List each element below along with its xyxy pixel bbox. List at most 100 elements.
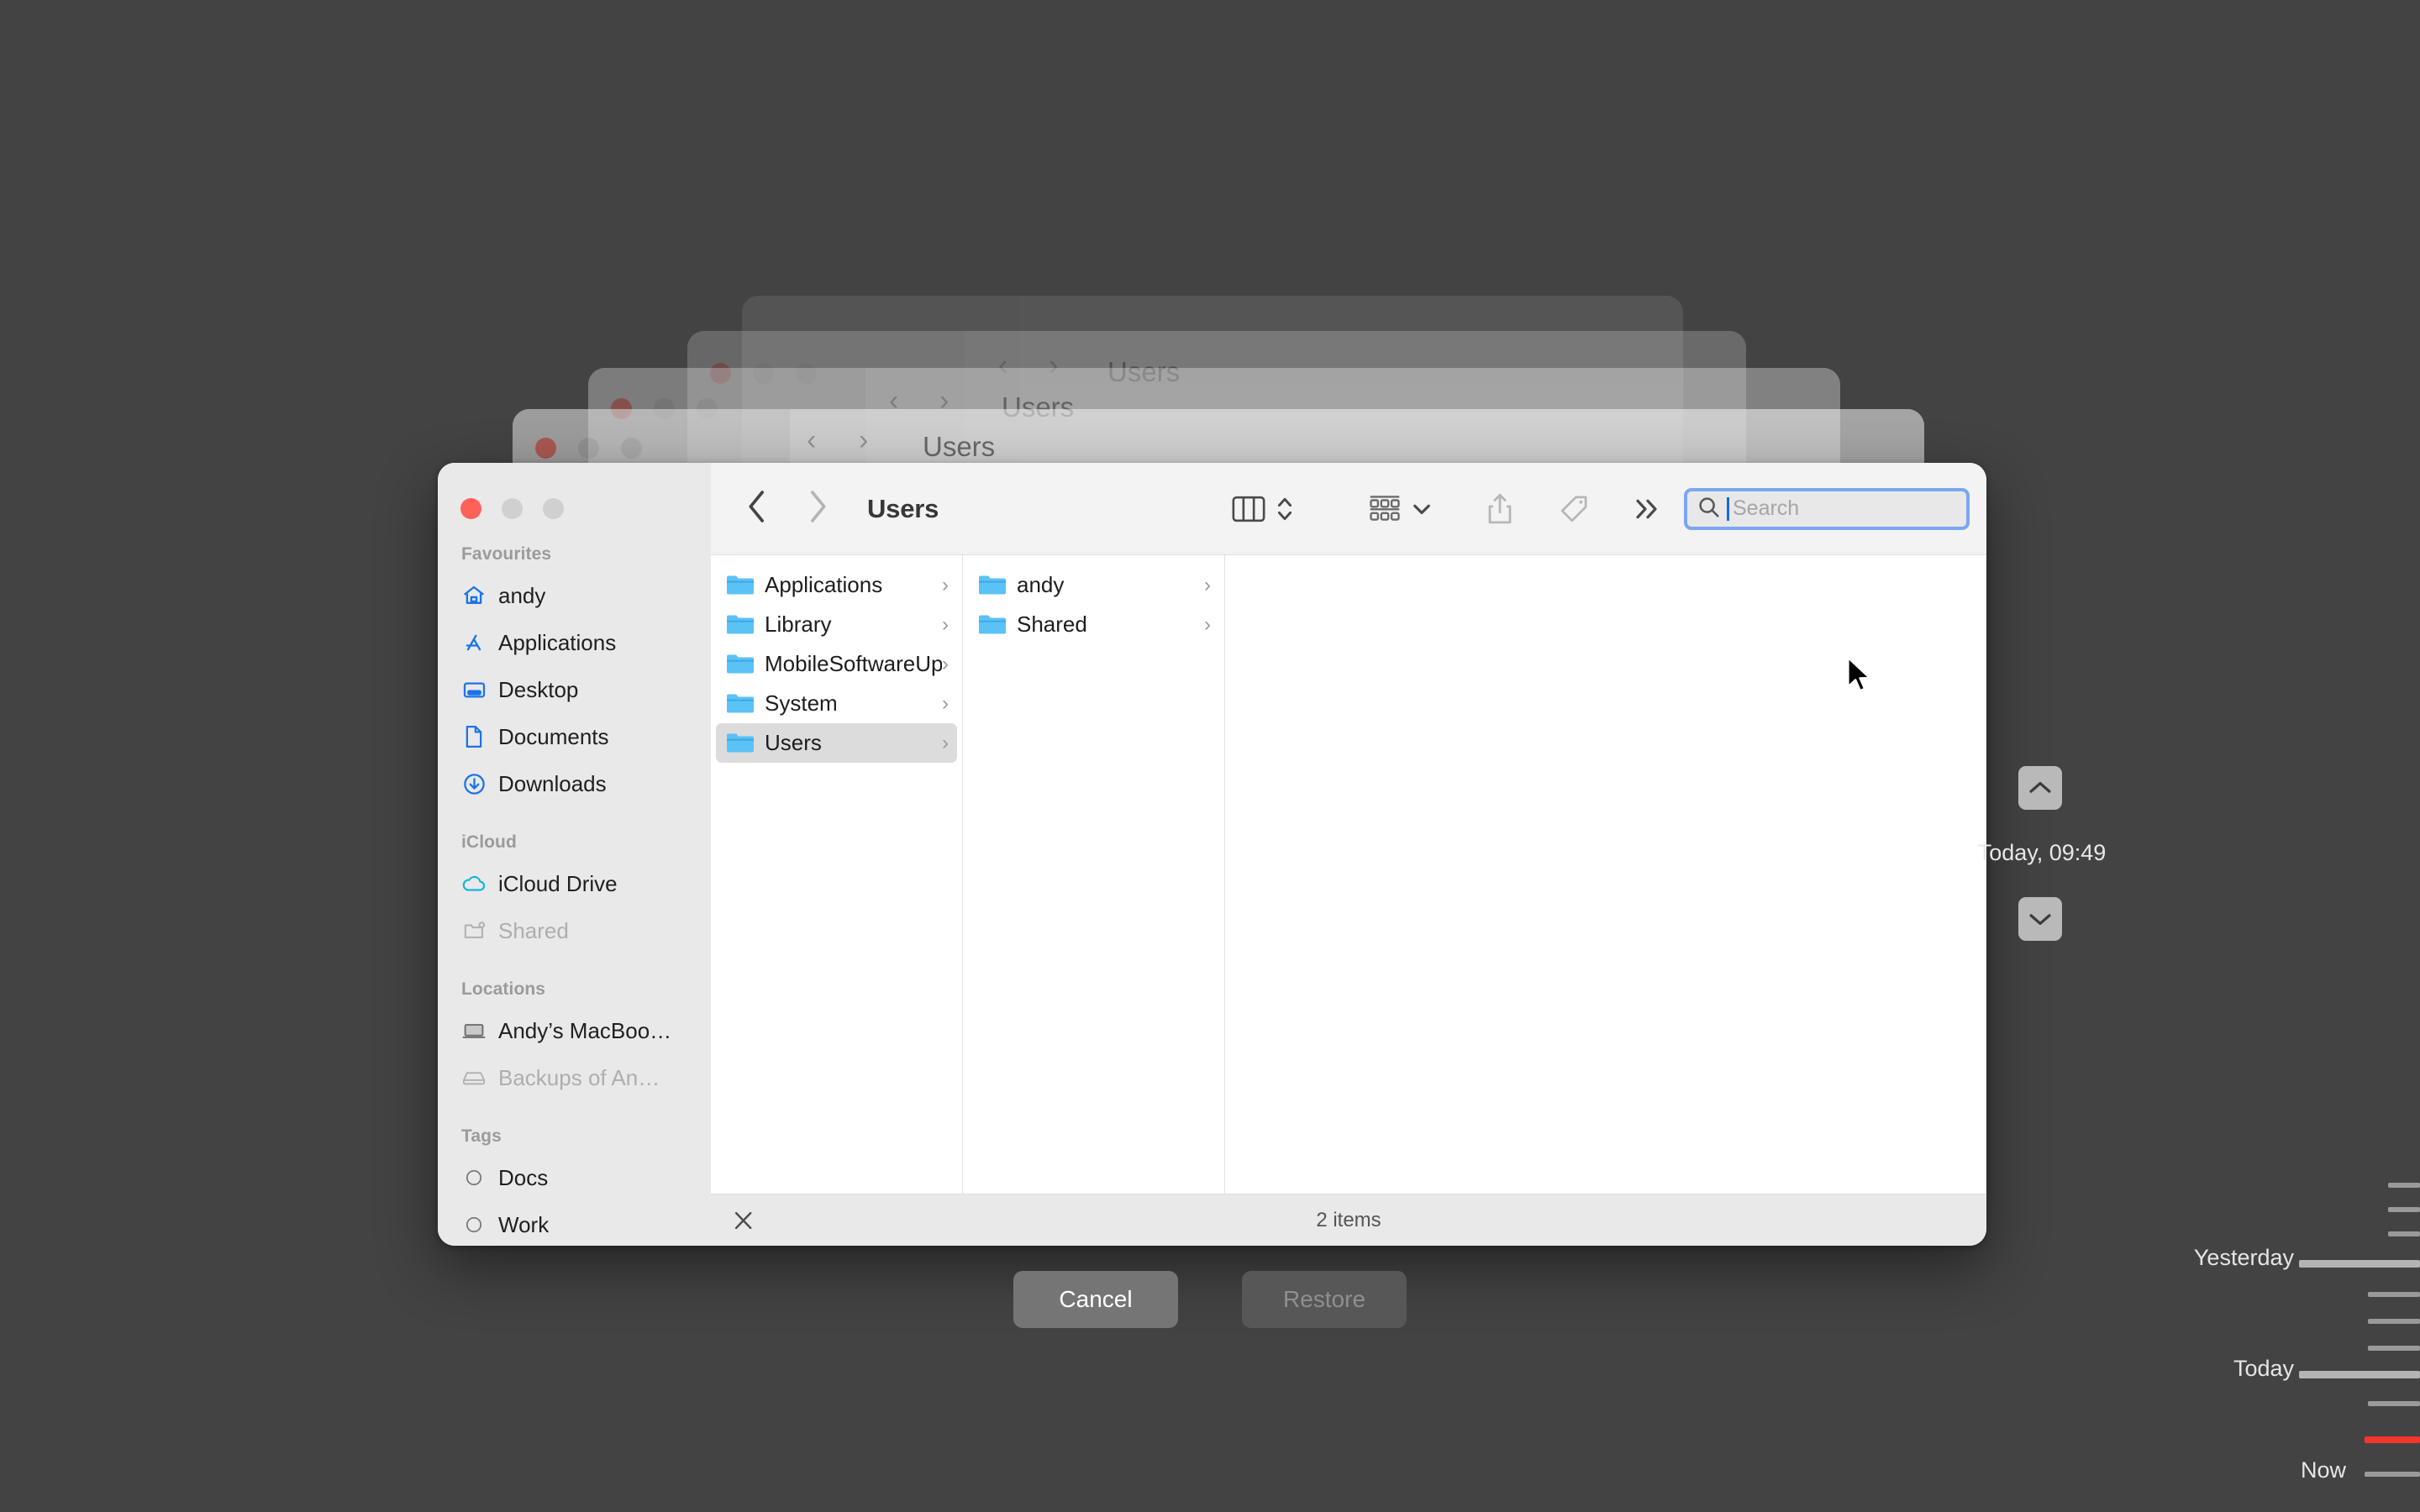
timeline-tick[interactable]	[2368, 1401, 2420, 1406]
list-item-label: andy	[1017, 572, 1204, 598]
sidebar-item-tag-docs[interactable]: Docs	[438, 1154, 711, 1201]
double-chevron-right-icon[interactable]	[1634, 496, 1662, 522]
sidebar-item-applications[interactable]: Applications	[438, 619, 711, 666]
chevron-right-icon: ›	[942, 732, 949, 755]
sidebar-item-icloud-drive[interactable]: iCloud Drive	[438, 860, 711, 907]
sidebar-section-title: Tags	[438, 1126, 711, 1154]
cloud-icon	[461, 871, 487, 896]
sidebar-item-shared[interactable]: Shared	[438, 907, 711, 954]
search-field[interactable]: Search	[1684, 488, 1970, 530]
list-item[interactable]: Library ›	[716, 605, 957, 644]
action-bar: Cancel Restore	[0, 1271, 2420, 1328]
folder-icon	[978, 613, 1007, 636]
harddisk-icon	[461, 1065, 487, 1090]
restore-button[interactable]: Restore	[1242, 1271, 1407, 1328]
timeline-tick[interactable]	[2388, 1231, 2420, 1236]
folder-icon	[726, 653, 755, 675]
sidebar-item-andy[interactable]: andy	[438, 572, 711, 619]
sidebar-item-label: Desktop	[498, 677, 578, 703]
search-icon	[1697, 496, 1720, 522]
folder-icon	[726, 574, 755, 596]
sidebar-section-favourites: Favourites andy Applicati	[438, 544, 711, 807]
sidebar-section-title: Favourites	[438, 544, 711, 572]
list-item-label: Users	[765, 730, 942, 756]
column-view-icon[interactable]	[1232, 495, 1265, 523]
back-button[interactable]	[746, 490, 768, 528]
sidebar-section-icloud: iCloud iCloud Drive Share	[438, 832, 711, 954]
timeline-current-marker[interactable]	[2365, 1436, 2420, 1443]
list-item-label: MobileSoftwareUpdate	[765, 651, 942, 677]
previous-snapshot-button[interactable]	[2018, 766, 2062, 810]
share-icon[interactable]	[1486, 492, 1514, 526]
timeline-tick[interactable]	[2368, 1346, 2420, 1351]
list-item[interactable]: Shared ›	[968, 605, 1219, 644]
timeline-tick[interactable]	[2388, 1183, 2420, 1188]
column-browser: Applications › Library › MobileSoftwareU…	[711, 555, 1986, 1194]
list-item-label: Applications	[765, 572, 942, 598]
list-item-label: Library	[765, 612, 942, 638]
sidebar-item-label: iCloud Drive	[498, 871, 618, 897]
cancel-button[interactable]: Cancel	[1013, 1271, 1178, 1328]
list-item[interactable]: System ›	[716, 684, 957, 723]
chevron-right-icon: ›	[942, 574, 949, 597]
forward-button[interactable]	[807, 490, 829, 528]
applications-icon	[461, 630, 487, 655]
column-2: andy › Shared ›	[963, 555, 1225, 1194]
timeline-tick[interactable]	[2368, 1292, 2420, 1297]
status-bar: 2 items	[711, 1194, 1986, 1246]
timeline-label: Now	[2301, 1457, 2346, 1483]
path-label[interactable]: Users	[867, 494, 939, 524]
sidebar-item-label: Documents	[498, 724, 609, 750]
zoom-button[interactable]	[543, 498, 564, 519]
sidebar-section-title: iCloud	[438, 832, 711, 860]
window-controls[interactable]	[438, 478, 711, 519]
list-item[interactable]: Applications ›	[716, 565, 957, 605]
next-snapshot-button[interactable]	[2018, 897, 2062, 941]
timeline-tick[interactable]	[2365, 1472, 2420, 1477]
column-1: Applications › Library › MobileSoftwareU…	[711, 555, 963, 1194]
chevron-down-icon[interactable]	[1412, 501, 1432, 517]
sidebar-item-label: Andy’s MacBoo…	[498, 1018, 671, 1044]
tag-circle-icon	[461, 1165, 487, 1190]
timeline-tick[interactable]	[2388, 1207, 2420, 1212]
list-item-label: Shared	[1017, 612, 1204, 638]
timeline-tick-major[interactable]	[2299, 1260, 2420, 1268]
folder-icon	[726, 692, 755, 715]
folder-icon	[726, 732, 755, 754]
close-button[interactable]	[460, 498, 481, 519]
list-item-selected[interactable]: Users ›	[716, 723, 957, 763]
minimize-button[interactable]	[502, 498, 523, 519]
sidebar-item-label: Backups of An…	[498, 1065, 660, 1091]
list-item[interactable]: andy ›	[968, 565, 1219, 605]
updown-chevron-icon[interactable]	[1276, 493, 1294, 525]
desktop-icon	[461, 677, 487, 702]
timeline-scale[interactable]: Yesterday Today Now	[2210, 0, 2420, 1512]
sidebar-item-documents[interactable]: Documents	[438, 713, 711, 760]
sidebar-item-label: Work	[498, 1212, 549, 1238]
list-item[interactable]: MobileSoftwareUpdate ›	[716, 644, 957, 684]
sidebar-item-tag-work[interactable]: Work	[438, 1201, 711, 1246]
timeline-label: Yesterday	[2194, 1245, 2294, 1271]
tag-circle-icon	[461, 1212, 487, 1237]
group-by-icon[interactable]	[1368, 494, 1402, 524]
download-icon	[461, 771, 487, 796]
search-placeholder: Search	[1733, 496, 1799, 521]
snapshot-date-label: Today, 09:49	[1924, 840, 2160, 866]
finder-window[interactable]: Favourites andy Applicati	[438, 463, 1986, 1246]
sidebar-section-locations: Locations Andy’s MacBoo…	[438, 979, 711, 1101]
sidebar: Favourites andy Applicati	[438, 463, 711, 1246]
chevron-right-icon: ›	[1204, 613, 1211, 637]
tag-icon[interactable]	[1558, 494, 1590, 524]
sidebar-item-downloads[interactable]: Downloads	[438, 760, 711, 807]
timeline-tick-major[interactable]	[2299, 1371, 2420, 1378]
chevron-right-icon: ›	[942, 653, 949, 676]
folder-icon	[978, 574, 1007, 596]
text-caret	[1727, 497, 1729, 521]
sidebar-section-tags: Tags Docs Work	[438, 1126, 711, 1246]
document-icon	[461, 724, 487, 749]
sidebar-item-andys-macbook[interactable]: Andy’s MacBoo…	[438, 1007, 711, 1054]
sidebar-item-backups[interactable]: Backups of An…	[438, 1054, 711, 1101]
timeline-tick[interactable]	[2368, 1319, 2420, 1324]
sidebar-item-desktop[interactable]: Desktop	[438, 666, 711, 713]
sidebar-item-label: Applications	[498, 630, 616, 656]
